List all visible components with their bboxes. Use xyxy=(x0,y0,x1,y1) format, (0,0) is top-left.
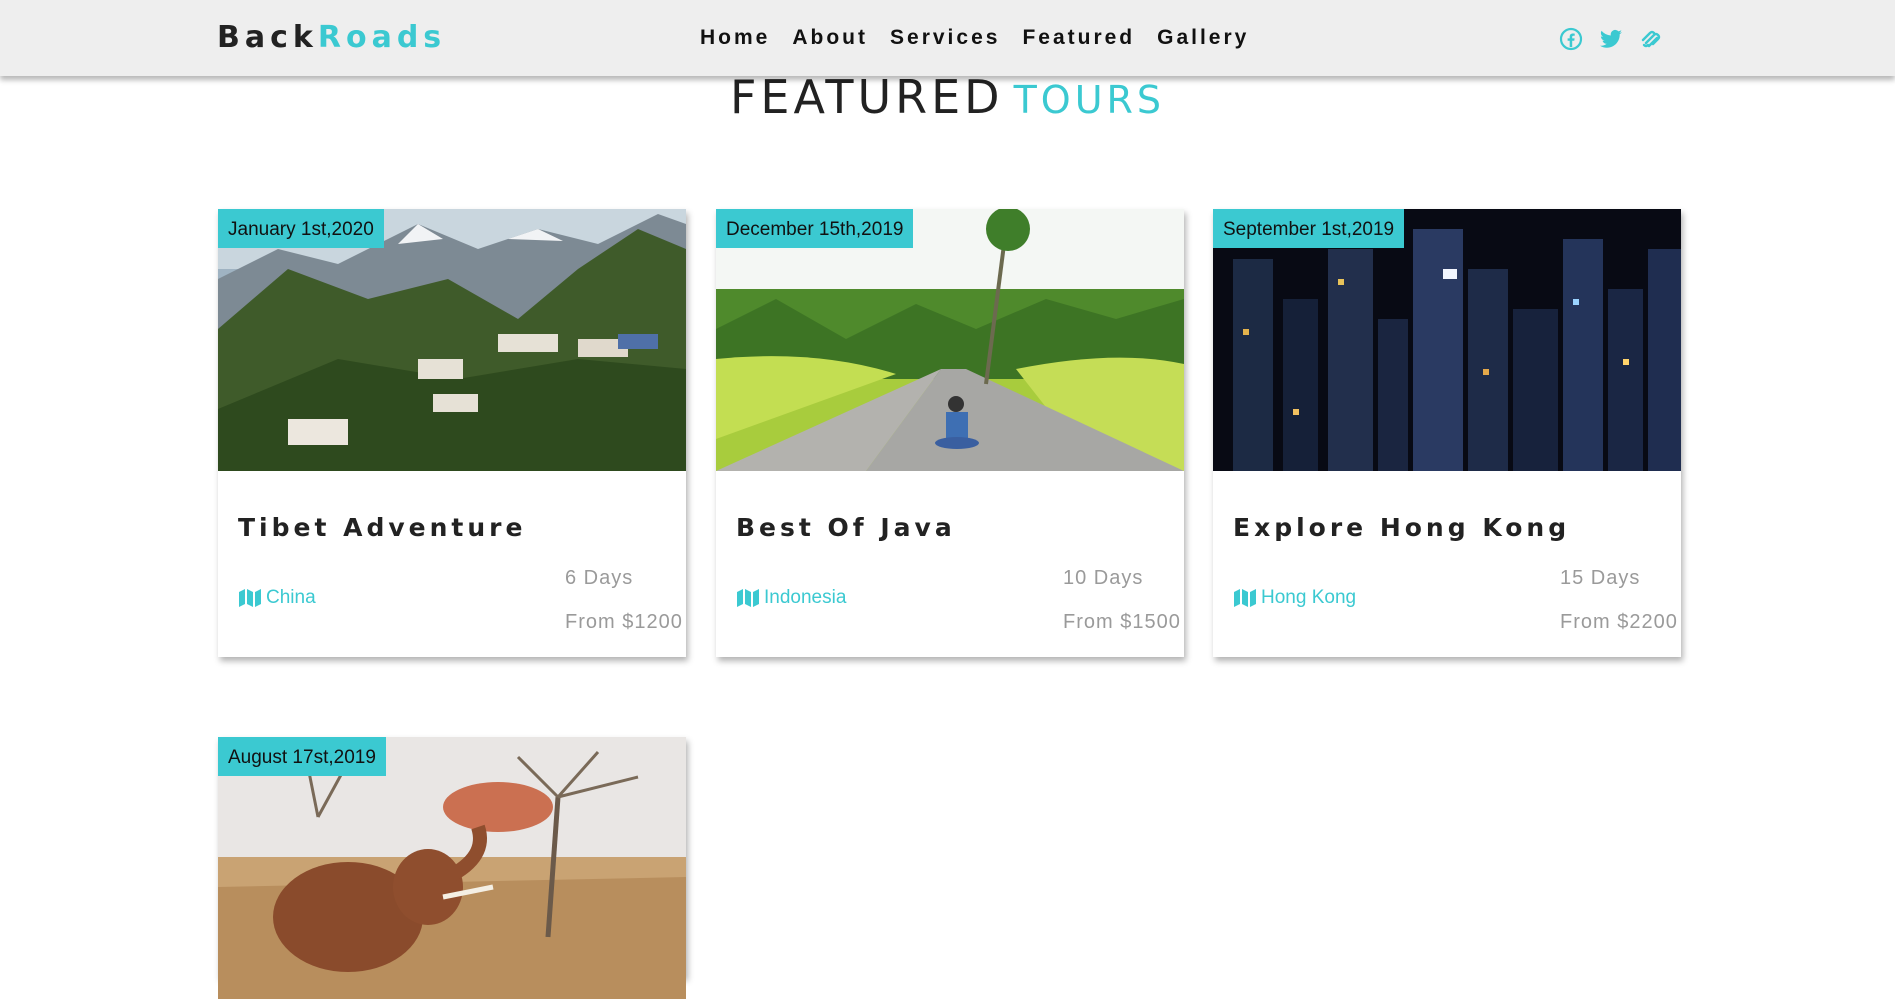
tour-location[interactable]: Indonesia xyxy=(736,587,846,609)
tour-card: January 1st,2020 Tibet Adventure China 6… xyxy=(218,209,686,657)
tour-location-label: Indonesia xyxy=(764,587,847,608)
tour-card: December 15th,2019 Best Of Java Indonesi… xyxy=(716,209,1184,657)
tour-card: September 1st,2019 Explore Hong Kong Hon… xyxy=(1213,209,1681,657)
tour-title: Tibet Adventure xyxy=(238,513,527,542)
nav-gallery[interactable]: Gallery xyxy=(1157,26,1249,50)
navbar: BackRoads Home About Services Featured G… xyxy=(0,0,1895,76)
city-night-photo[interactable] xyxy=(1213,209,1681,471)
twitter-icon[interactable] xyxy=(1599,27,1623,51)
tour-title: Explore Hong Kong xyxy=(1233,513,1571,542)
date-badge: January 1st,2020 xyxy=(218,209,384,248)
squarespace-icon[interactable] xyxy=(1639,27,1663,51)
section-title-accent: TOURS xyxy=(1013,78,1166,122)
nav-home[interactable]: Home xyxy=(700,26,770,50)
date-badge: September 1st,2019 xyxy=(1213,209,1405,248)
tour-duration: 6 Days xyxy=(565,567,634,589)
date-badge: December 15th,2019 xyxy=(716,209,914,248)
nav-about[interactable]: About xyxy=(792,26,868,50)
tour-card: August 17st,2019 xyxy=(218,737,686,999)
nav-links: Home About Services Featured Gallery xyxy=(700,26,1249,50)
nav-featured[interactable]: Featured xyxy=(1022,26,1135,50)
brand-part1: Back xyxy=(217,20,318,55)
tour-title: Best Of Java xyxy=(736,513,956,542)
tour-location-label: China xyxy=(266,587,316,608)
brand-logo[interactable]: BackRoads xyxy=(217,20,446,55)
tour-price: From $2200 xyxy=(1560,611,1678,633)
tour-duration: 15 Days xyxy=(1560,567,1641,589)
tour-location[interactable]: Hong Kong xyxy=(1233,587,1356,609)
social-links xyxy=(1559,27,1663,51)
tour-price: From $1200 xyxy=(565,611,683,633)
tour-price: From $1500 xyxy=(1063,611,1181,633)
map-icon xyxy=(1234,589,1256,607)
section-title-main: FEATURED xyxy=(729,70,1004,124)
map-icon xyxy=(737,589,759,607)
tour-location-label: Hong Kong xyxy=(1261,587,1357,608)
elephant-savanna-photo[interactable] xyxy=(218,737,686,999)
brand-part2: Roads xyxy=(317,20,447,55)
tour-location[interactable]: China xyxy=(238,587,316,609)
facebook-icon[interactable] xyxy=(1559,27,1583,51)
nav-services[interactable]: Services xyxy=(890,26,1000,50)
section-title: FEATURED TOURS xyxy=(0,70,1895,124)
mountain-village-photo[interactable] xyxy=(218,209,686,471)
map-icon xyxy=(239,589,261,607)
tour-duration: 10 Days xyxy=(1063,567,1144,589)
tropical-road-photo[interactable] xyxy=(716,209,1184,471)
date-badge: August 17st,2019 xyxy=(218,737,386,776)
